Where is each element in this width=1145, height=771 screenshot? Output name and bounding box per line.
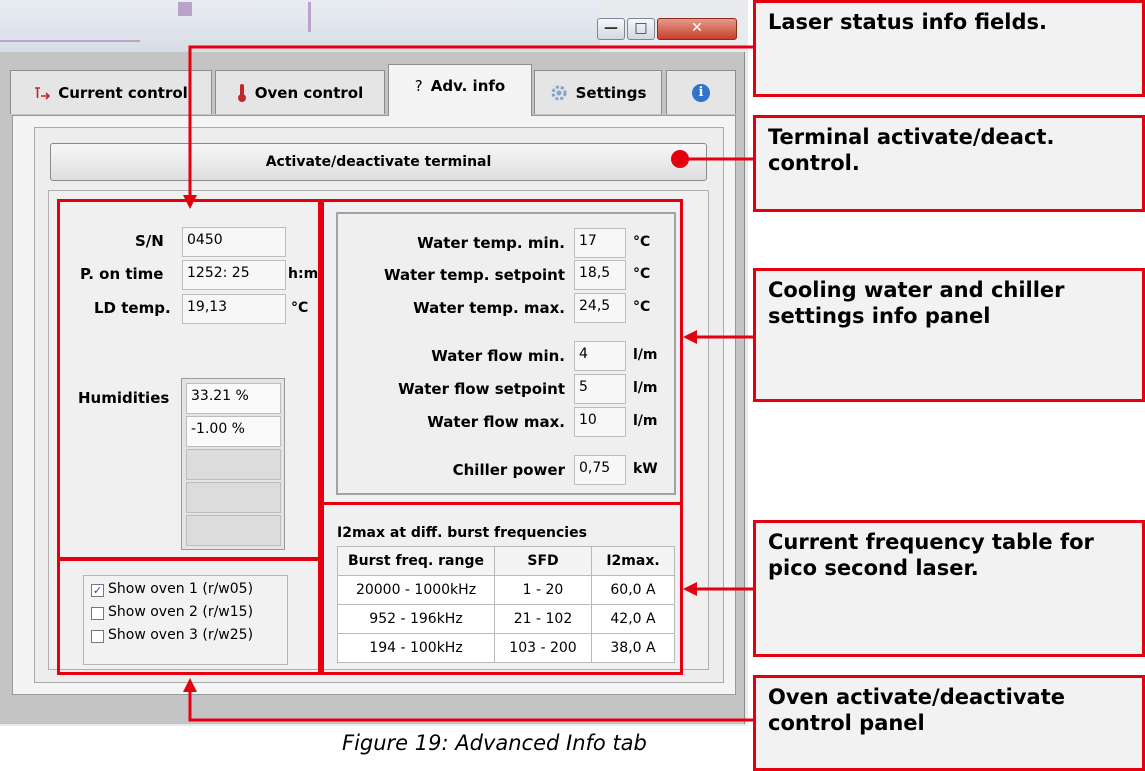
arrowhead-icon — [183, 678, 197, 692]
arrowhead-icon — [683, 582, 697, 596]
question-icon: ? — [414, 77, 423, 95]
callout-laser-status: Laser status info fields. — [753, 0, 1145, 97]
figure-caption: Figure 19: Advanced Info tab — [342, 731, 647, 755]
tab-adv-info[interactable]: ? Adv. info — [388, 64, 532, 116]
arrowhead-icon — [183, 195, 197, 209]
callout-oven: Oven activate/deactivate control panel — [753, 675, 1145, 771]
connector-line — [188, 690, 753, 722]
arrowhead-icon — [683, 330, 697, 344]
callout-frequency: Current frequency table for pico second … — [753, 520, 1145, 657]
callout-cooling: Cooling water and chiller settings info … — [753, 268, 1145, 402]
tab-label: Adv. info — [430, 77, 506, 95]
callout-terminal: Terminal activate/deact. control. — [753, 115, 1145, 212]
connector-dot — [671, 150, 689, 168]
